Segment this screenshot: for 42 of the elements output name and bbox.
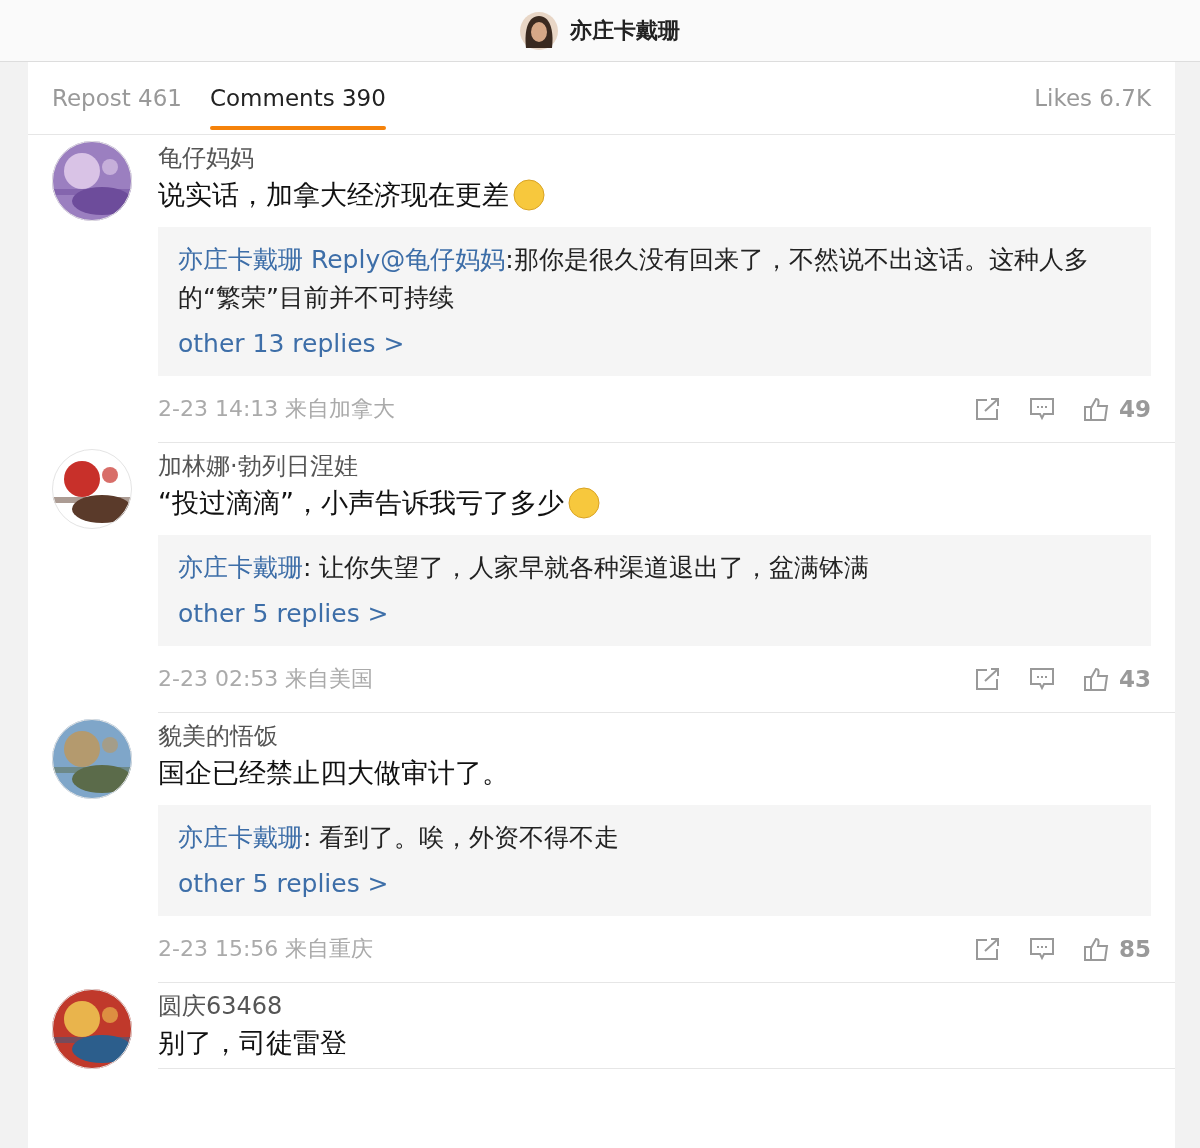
comment-icon (1029, 937, 1055, 961)
emoji-icon (513, 179, 545, 211)
comment-icon (1029, 397, 1055, 421)
comment-text: “投过滴滴”，小声告诉我亏了多少 (158, 486, 564, 520)
like-icon (1083, 396, 1111, 422)
comment-time: 2-23 14:13 来自加拿大 (158, 395, 397, 423)
like-icon (1083, 666, 1111, 692)
reply-text: 亦庄卡戴珊: 看到了。唉，外资不得不走 (178, 822, 621, 854)
more-replies-link[interactable]: other 5 replies > (178, 869, 389, 898)
avatar-icon (520, 11, 558, 50)
comment-text: 别了，司徒雷登 (158, 1026, 347, 1060)
emoji-icon (568, 487, 600, 519)
comment-time: 2-23 15:56 来自重庆 (158, 935, 375, 963)
share-button[interactable] (975, 667, 1001, 691)
more-replies-link[interactable]: other 5 replies > (178, 599, 389, 628)
comment-button[interactable] (1029, 397, 1055, 421)
comment-text: 国企已经禁止四大做审计了。 (158, 756, 509, 790)
share-icon (975, 937, 1001, 961)
more-replies-link[interactable]: other 13 replies > (178, 329, 405, 358)
header-title: 亦庄卡戴珊 (570, 16, 680, 45)
username[interactable]: 龟仔妈妈 (158, 141, 1151, 175)
like-icon (1083, 936, 1111, 962)
comment-icon (1029, 667, 1055, 691)
share-icon (975, 397, 1001, 421)
reply-text: 亦庄卡戴珊 Reply@龟仔妈妈:那你是很久没有回来了，不然说不出这话。这种人多的“繁荣”目前并不可持续 (178, 244, 1090, 314)
share-button[interactable] (975, 397, 1001, 421)
share-button[interactable] (975, 937, 1001, 961)
comment-button[interactable] (1029, 667, 1055, 691)
share-icon (975, 667, 1001, 691)
reply-text: 亦庄卡戴珊: 让你失望了，人家早就各种渠道退出了，盆满钵满 (178, 552, 871, 584)
comment-time: 2-23 02:53 来自美国 (158, 665, 375, 693)
username[interactable]: 圆庆63468 (158, 989, 1151, 1023)
like-button[interactable]: 49 (1083, 396, 1151, 422)
like-button[interactable]: 85 (1083, 936, 1151, 962)
comment-text: 说实话，加拿大经济现在更差 (158, 178, 509, 212)
username[interactable]: 加林娜·勃列日涅娃 (158, 449, 1151, 483)
tab[interactable]: Likes 6.7K (1034, 62, 1151, 134)
like-button[interactable]: 43 (1083, 666, 1151, 692)
username[interactable]: 貌美的悟饭 (158, 719, 1151, 753)
tab[interactable]: Comments 390 (210, 62, 386, 134)
comment-button[interactable] (1029, 937, 1055, 961)
tab[interactable]: Repost 461 (52, 62, 182, 134)
